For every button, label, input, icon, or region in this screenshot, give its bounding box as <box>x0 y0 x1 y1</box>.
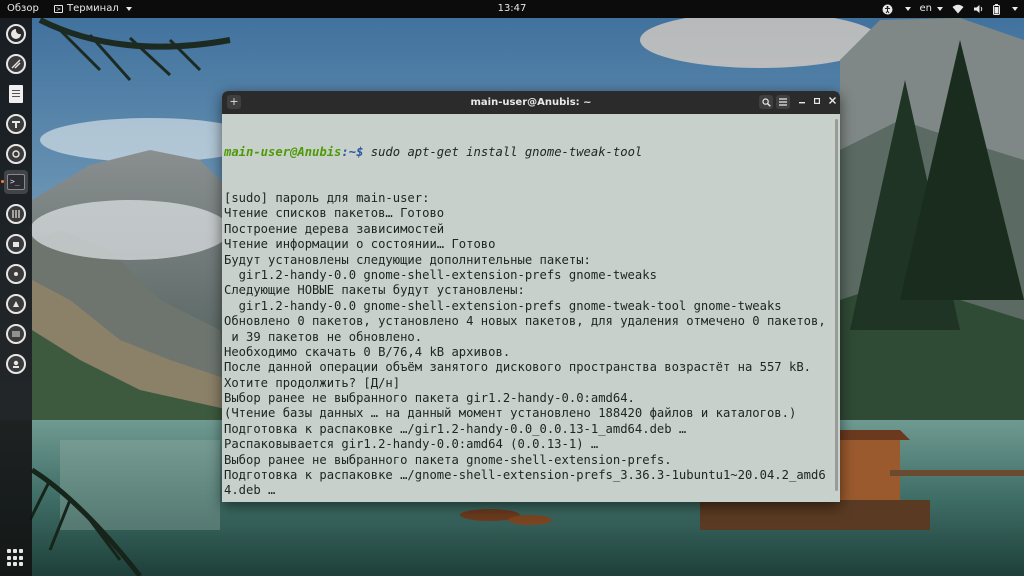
accessibility-caret[interactable] <box>902 0 911 18</box>
output-line: [sudo] пароль для main-user: <box>224 191 430 206</box>
minimize-icon <box>799 102 805 104</box>
dock-item-app-6[interactable] <box>4 262 28 286</box>
command-line: main-user@Anubis:~$ sudo apt-get install… <box>224 145 838 160</box>
dock-item-terminal[interactable]: >_ <box>1 170 28 194</box>
battery-icon[interactable] <box>993 0 1000 18</box>
terminal-icon: >_ <box>7 174 25 190</box>
language-label: en <box>919 3 933 14</box>
chevron-down-icon <box>125 7 132 11</box>
firefox-icon <box>6 24 26 44</box>
dock-item-firefox[interactable] <box>4 22 28 46</box>
dock-item-app-9[interactable] <box>4 352 28 376</box>
show-applications-grid-icon[interactable] <box>7 549 25 567</box>
search-icon <box>761 97 771 107</box>
app-6-icon <box>6 264 26 284</box>
activities-button[interactable]: Обзор <box>7 0 39 18</box>
output-line: Чтение списков пакетов… Готово <box>224 206 445 221</box>
output-line: gir1.2-handy-0.0 gnome-shell-extension-p… <box>224 298 782 313</box>
top-bar: Обзор > Терминал 13:47 en <box>0 0 1024 18</box>
output-line: (Чтение базы данных … на данный момент у… <box>224 406 797 421</box>
minimize-button[interactable] <box>795 95 809 109</box>
maximize-button[interactable] <box>810 95 824 109</box>
app-5-icon <box>6 234 26 254</box>
clock-container: 13:47 <box>0 0 1024 18</box>
chevron-down-icon <box>1012 7 1018 11</box>
app-8-icon <box>6 324 26 344</box>
prompt-user: main-user@Anubis <box>224 144 342 159</box>
hamburger-menu-icon <box>779 98 787 106</box>
command-text: sudo apt-get install gnome-tweak-tool <box>363 144 643 159</box>
dock-item-app-5[interactable] <box>4 232 28 256</box>
output-line: Необходимо скачать 0 B/76,4 kB архивов. <box>224 344 511 359</box>
running-indicator <box>1 180 4 183</box>
search-button[interactable] <box>759 95 773 109</box>
output-line: Распаковывается gnome-shell-extension-pr… <box>224 499 838 500</box>
app-7-icon <box>6 294 26 314</box>
output-line: После данной операции объём занятого дис… <box>224 360 811 375</box>
accessibility-icon[interactable] <box>882 0 893 18</box>
system-menu-caret[interactable] <box>1009 0 1018 18</box>
volume-icon[interactable] <box>973 0 984 18</box>
output-line: Подготовка к распаковке …/gir1.2-handy-0… <box>224 421 687 436</box>
output-line: Распаковывается gir1.2-handy-0.0:amd64 (… <box>224 437 599 452</box>
terminal-output[interactable]: main-user@Anubis:~$ sudo apt-get install… <box>224 114 838 500</box>
output-line: Обновлено 0 пакетов, установлено 4 новых… <box>224 314 826 329</box>
wifi-icon[interactable] <box>952 0 964 18</box>
dock: >_ <box>0 18 32 576</box>
output-line: 4.deb … <box>224 483 276 498</box>
prompt-path: :~$ <box>341 144 364 159</box>
close-icon <box>828 97 836 104</box>
terminal-scrollbar[interactable] <box>835 119 838 491</box>
output-line: Построение дерева зависимостей <box>224 221 445 236</box>
output-line: Следующие НОВЫЕ пакеты будут установлены… <box>224 283 525 298</box>
dock-item-app-4[interactable] <box>4 202 28 226</box>
text-editor-icon <box>9 85 23 103</box>
terminal-icon: > <box>54 5 63 13</box>
menu-button[interactable] <box>776 95 790 109</box>
app-9-icon <box>6 354 26 374</box>
app-4-icon <box>6 204 26 224</box>
app-2-icon <box>6 114 26 134</box>
window-title: main-user@Anubis: ~ <box>470 97 592 108</box>
output-line: Выбор ранее не выбранного пакета gnome-s… <box>224 452 672 467</box>
dock-item-app-2[interactable] <box>4 112 28 136</box>
maximize-icon <box>814 98 821 105</box>
app-menu-label: Терминал <box>67 3 119 14</box>
output-line: Будут установлены следующие дополнительн… <box>224 252 591 267</box>
app-1-icon <box>6 54 26 74</box>
dock-item-app-8[interactable] <box>4 322 28 346</box>
output-lines: [sudo] пароль для main-user: Чтение списк… <box>224 191 838 500</box>
dock-item-app-1[interactable] <box>4 52 28 76</box>
output-line: gir1.2-handy-0.0 gnome-shell-extension-p… <box>224 267 657 282</box>
clock[interactable]: 13:47 <box>498 3 527 14</box>
output-line: Чтение информации о состоянии… Готово <box>224 237 496 252</box>
output-line: Выбор ранее не выбранного пакета gir1.2-… <box>224 391 635 406</box>
output-line: Подготовка к распаковке …/gnome-shell-ex… <box>224 468 826 483</box>
terminal-window[interactable]: + main-user@Anubis: ~ main-user@Anubis:~… <box>222 91 840 502</box>
output-line: и 39 пакетов не обновлено. <box>224 329 423 344</box>
app-3-icon <box>6 144 26 164</box>
dock-item-app-3[interactable] <box>4 142 28 166</box>
system-tray[interactable]: en <box>882 0 1018 18</box>
dock-item-text-editor[interactable] <box>4 82 28 106</box>
chevron-down-icon <box>904 7 911 11</box>
terminal-titlebar[interactable]: + main-user@Anubis: ~ <box>222 91 840 114</box>
app-menu[interactable]: > Терминал <box>54 0 132 18</box>
output-line: Хотите продолжить? [Д/н] <box>224 375 401 390</box>
language-selector[interactable]: en <box>919 0 943 18</box>
chevron-down-icon <box>937 7 943 11</box>
close-button[interactable] <box>825 95 839 109</box>
dock-item-app-7[interactable] <box>4 292 28 316</box>
